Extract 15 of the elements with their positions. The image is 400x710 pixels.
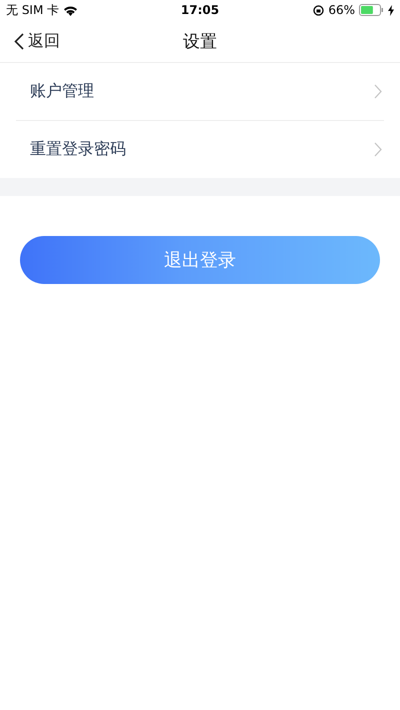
menu-item[interactable]: 重置登录密码: [16, 121, 384, 178]
back-chevron-icon: [14, 32, 24, 50]
menu-item-label: 重置登录密码: [30, 139, 126, 160]
carrier-text: 无 SIM 卡: [6, 2, 60, 18]
chevron-right-icon: [374, 142, 382, 157]
menu-item[interactable]: 账户管理: [16, 63, 384, 121]
battery-percent: 66%: [328, 3, 355, 17]
menu-item-label: 账户管理: [30, 81, 94, 102]
page-title: 设置: [182, 30, 218, 52]
rotation-lock-icon: [313, 4, 324, 16]
battery-icon: [359, 4, 384, 16]
status-time: 17:05: [180, 3, 220, 17]
wifi-icon: [63, 4, 78, 16]
back-button[interactable]: 返回: [0, 30, 60, 52]
chevron-right-icon: [374, 84, 382, 99]
